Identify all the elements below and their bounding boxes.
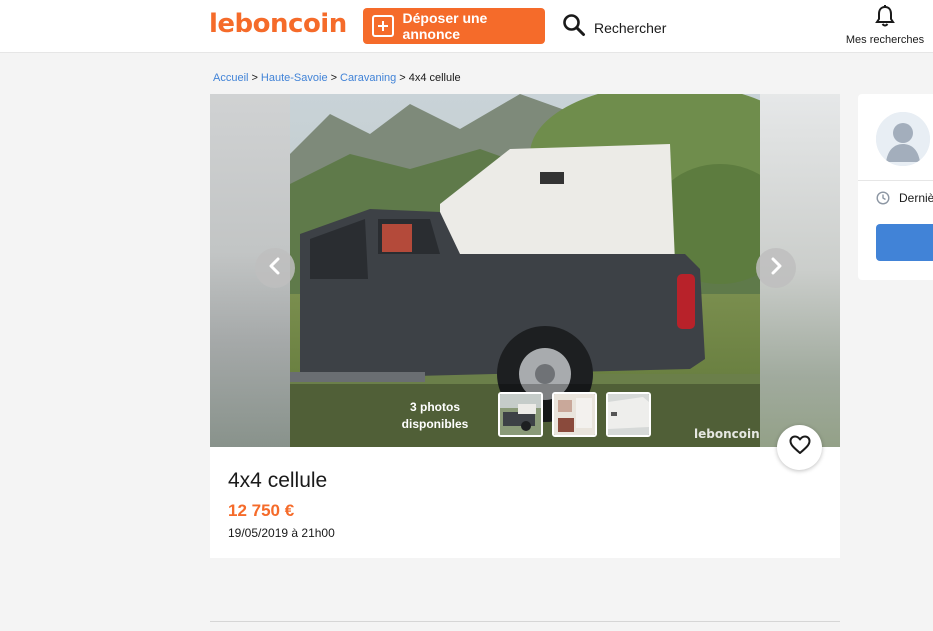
last-seen-text: Derniè [899,191,933,205]
next-photo-button[interactable] [756,248,796,288]
breadcrumb: Accueil > Haute-Savoie > Caravaning >4x4 cell… [213,72,461,84]
photo-gallery: 3 photos disponibles leboncoin [210,94,840,447]
photo-watermark: leboncoin [694,427,760,441]
breadcrumb-separator: > [251,72,258,84]
photo-thumbnail[interactable] [552,392,597,437]
divider [858,180,933,181]
photo-count: 3 photos disponibles [398,399,472,433]
saved-searches-label: Mes recherches [845,34,925,46]
heart-icon [789,435,811,460]
post-ad-label: Déposer une annonce [402,10,488,42]
ad-date: 19/05/2019 à 21h00 [228,526,335,540]
contact-seller-button[interactable] [876,224,933,261]
saved-searches-button[interactable]: Mes recherches [843,5,927,46]
breadcrumb-region[interactable]: Haute-Savoie [261,72,328,84]
previous-photo-button[interactable] [255,248,295,288]
breadcrumb-category[interactable]: Caravaning [340,72,396,84]
divider [210,621,840,622]
photo-count-line2: disponibles [401,417,469,431]
breadcrumb-current: 4x4 cellule [408,72,461,84]
photo-count-line1: 3 photos [410,400,460,414]
ad-price: 12 750 € [228,501,295,520]
search-icon [562,13,586,42]
breadcrumb-home[interactable]: Accueil [213,72,248,84]
breadcrumb-separator: > [399,72,406,84]
search-label: Rechercher [594,19,667,36]
leboncoin-logo[interactable]: leboncoin [209,9,347,39]
chevron-right-icon [769,257,783,280]
ad-title: 4x4 cellule [228,469,328,492]
post-ad-button[interactable]: Déposer une annonce [363,8,545,44]
search-button[interactable]: Rechercher [562,13,666,42]
photo-thumbnail[interactable] [606,392,651,437]
photo-thumbnail[interactable] [498,392,543,437]
clock-icon [876,191,890,210]
ad-info-card: 4x4 cellule 12 750 € 19/05/2019 à 21h00 [210,447,840,558]
favorite-button[interactable] [777,425,822,470]
chevron-left-icon [268,257,282,280]
avatar[interactable] [876,112,930,166]
bell-icon [875,5,895,31]
plus-square-icon [372,15,394,37]
breadcrumb-separator: > [330,72,337,84]
site-header: leboncoin Déposer une annonce Rechercher… [0,0,933,53]
seller-card: Derniè [858,94,933,280]
